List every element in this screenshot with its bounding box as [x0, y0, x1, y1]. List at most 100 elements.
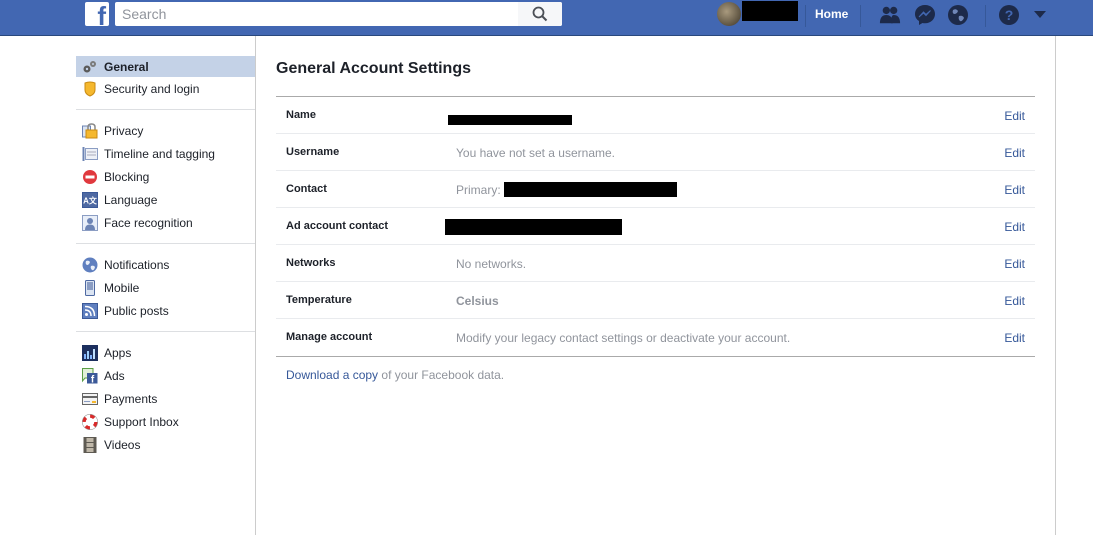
friend-requests-icon[interactable] — [879, 4, 901, 26]
apps-icon — [82, 344, 98, 361]
sidebar-group: Notifications Mobile Public posts — [76, 253, 255, 332]
sidebar-item-language[interactable]: A文 Language — [76, 188, 255, 211]
sidebar-item-label: Blocking — [104, 169, 150, 184]
sidebar-item-label: Language — [104, 192, 158, 207]
home-link[interactable]: Home — [815, 7, 848, 21]
sidebar-item-ads[interactable]: f Ads — [76, 364, 255, 387]
edit-username-link[interactable]: Edit — [1004, 146, 1025, 160]
sidebar-item-apps[interactable]: Apps — [76, 341, 255, 364]
sidebar-item-videos[interactable]: Videos — [76, 433, 255, 456]
gears-icon — [82, 59, 98, 75]
header-divider — [805, 5, 806, 27]
sidebar-item-label: Payments — [104, 391, 158, 406]
mobile-icon — [82, 279, 98, 296]
row-value: No networks. — [456, 257, 527, 271]
settings-sidebar: General Security and login Privacy Timel… — [76, 56, 255, 474]
download-copy-link[interactable]: Download a copy — [286, 368, 378, 382]
edit-networks-link[interactable]: Edit — [1004, 257, 1025, 271]
padlock-icon — [82, 122, 98, 139]
sidebar-item-label: Privacy — [104, 123, 144, 138]
sidebar-group: Apps f Ads Payments Support Inbox Videos — [76, 341, 255, 465]
edit-name-link[interactable]: Edit — [1004, 109, 1025, 123]
sidebar-item-mobile[interactable]: Mobile — [76, 276, 255, 299]
help-icon[interactable]: ? — [998, 4, 1020, 26]
row-value — [448, 112, 572, 126]
edit-temperature-link[interactable]: Edit — [1004, 294, 1025, 308]
page-title: General Account Settings — [276, 60, 471, 77]
row-value: You have not set a username. — [456, 146, 615, 160]
settings-content-panel: General Account Settings Name Edit Usern… — [255, 36, 1056, 535]
row-value: Modify your legacy contact settings or d… — [456, 331, 791, 345]
settings-row-networks[interactable]: Networks No networks. Edit — [276, 245, 1035, 282]
redacted-contact-email — [504, 181, 678, 197]
row-label: Username — [286, 146, 340, 158]
sidebar-item-general[interactable]: General — [76, 56, 255, 77]
redacted-profile-name[interactable] — [742, 1, 798, 21]
blocking-icon — [82, 169, 98, 185]
sidebar-item-payments[interactable]: Payments — [76, 387, 255, 410]
lifebuoy-icon — [82, 413, 98, 430]
edit-manage-account-link[interactable]: Edit — [1004, 331, 1025, 345]
download-note-text: of your Facebook data. — [378, 368, 505, 382]
sidebar-item-label: Public posts — [104, 303, 169, 318]
row-value: Celsius — [456, 294, 499, 308]
credit-card-icon — [82, 391, 98, 407]
account-menu-caret-icon[interactable] — [1029, 4, 1051, 26]
sidebar-item-label: Apps — [104, 345, 132, 360]
shield-icon — [82, 81, 98, 97]
film-icon — [82, 436, 98, 453]
sidebar-item-label: Videos — [104, 437, 141, 452]
settings-row-ad-account-contact[interactable]: Ad account contact Edit — [276, 208, 1035, 245]
contact-primary-label: Primary: — [456, 183, 501, 197]
search-input[interactable] — [115, 2, 517, 26]
sidebar-item-face-recognition[interactable]: Face recognition — [76, 211, 255, 234]
sidebar-item-label: Support Inbox — [104, 414, 179, 429]
sidebar-item-label: General — [104, 59, 149, 74]
facebook-logo[interactable]: f — [85, 2, 109, 26]
row-label: Ad account contact — [286, 220, 389, 232]
settings-table: Name Edit Username You have not set a us… — [276, 96, 1035, 357]
sidebar-item-notifications[interactable]: Notifications — [76, 253, 255, 276]
svg-text:A文: A文 — [83, 195, 98, 205]
sidebar-item-support-inbox[interactable]: Support Inbox — [76, 410, 255, 433]
settings-row-username[interactable]: Username You have not set a username. Ed… — [276, 134, 1035, 171]
edit-contact-link[interactable]: Edit — [1004, 183, 1025, 197]
sidebar-item-security-and-login[interactable]: Security and login — [76, 77, 255, 100]
settings-row-name[interactable]: Name Edit — [276, 97, 1035, 134]
top-navigation-bar: f Home ? — [0, 0, 1093, 36]
row-label: Networks — [286, 257, 336, 269]
notifications-globe-icon[interactable] — [947, 4, 969, 26]
face-recognition-icon — [82, 214, 98, 231]
search-button[interactable] — [517, 2, 562, 26]
sidebar-item-privacy[interactable]: Privacy — [76, 119, 255, 142]
search-box — [115, 2, 562, 26]
sidebar-item-label: Ads — [104, 368, 125, 383]
row-label: Temperature — [286, 294, 352, 306]
sidebar-item-blocking[interactable]: Blocking — [76, 165, 255, 188]
download-data-note: Download a copy of your Facebook data. — [286, 368, 504, 382]
globe-icon — [82, 257, 98, 273]
timeline-icon — [82, 146, 98, 162]
redacted-name — [448, 114, 572, 125]
edit-ad-account-contact-link[interactable]: Edit — [1004, 220, 1025, 234]
sidebar-item-label: Notifications — [104, 257, 170, 272]
sidebar-item-timeline-and-tagging[interactable]: Timeline and tagging — [76, 142, 255, 165]
settings-row-temperature[interactable]: Temperature Celsius Edit — [276, 282, 1035, 319]
row-value — [445, 219, 622, 235]
sidebar-item-label: Face recognition — [104, 215, 193, 230]
ads-icon: f — [82, 367, 98, 384]
row-label: Name — [286, 109, 316, 121]
svg-text:?: ? — [1005, 7, 1014, 23]
row-label: Manage account — [286, 331, 373, 343]
search-icon — [532, 6, 548, 22]
profile-avatar[interactable] — [717, 2, 741, 26]
header-divider — [985, 5, 986, 27]
sidebar-item-label: Timeline and tagging — [104, 146, 215, 161]
sidebar-item-public-posts[interactable]: Public posts — [76, 299, 255, 322]
row-value: Primary: — [456, 181, 678, 197]
sidebar-group: General Security and login — [76, 56, 255, 110]
messenger-icon[interactable] — [914, 4, 936, 26]
settings-row-manage-account[interactable]: Manage account Modify your legacy contac… — [276, 319, 1035, 356]
language-icon: A文 — [82, 191, 98, 208]
settings-row-contact[interactable]: Contact Primary: Edit — [276, 171, 1035, 208]
